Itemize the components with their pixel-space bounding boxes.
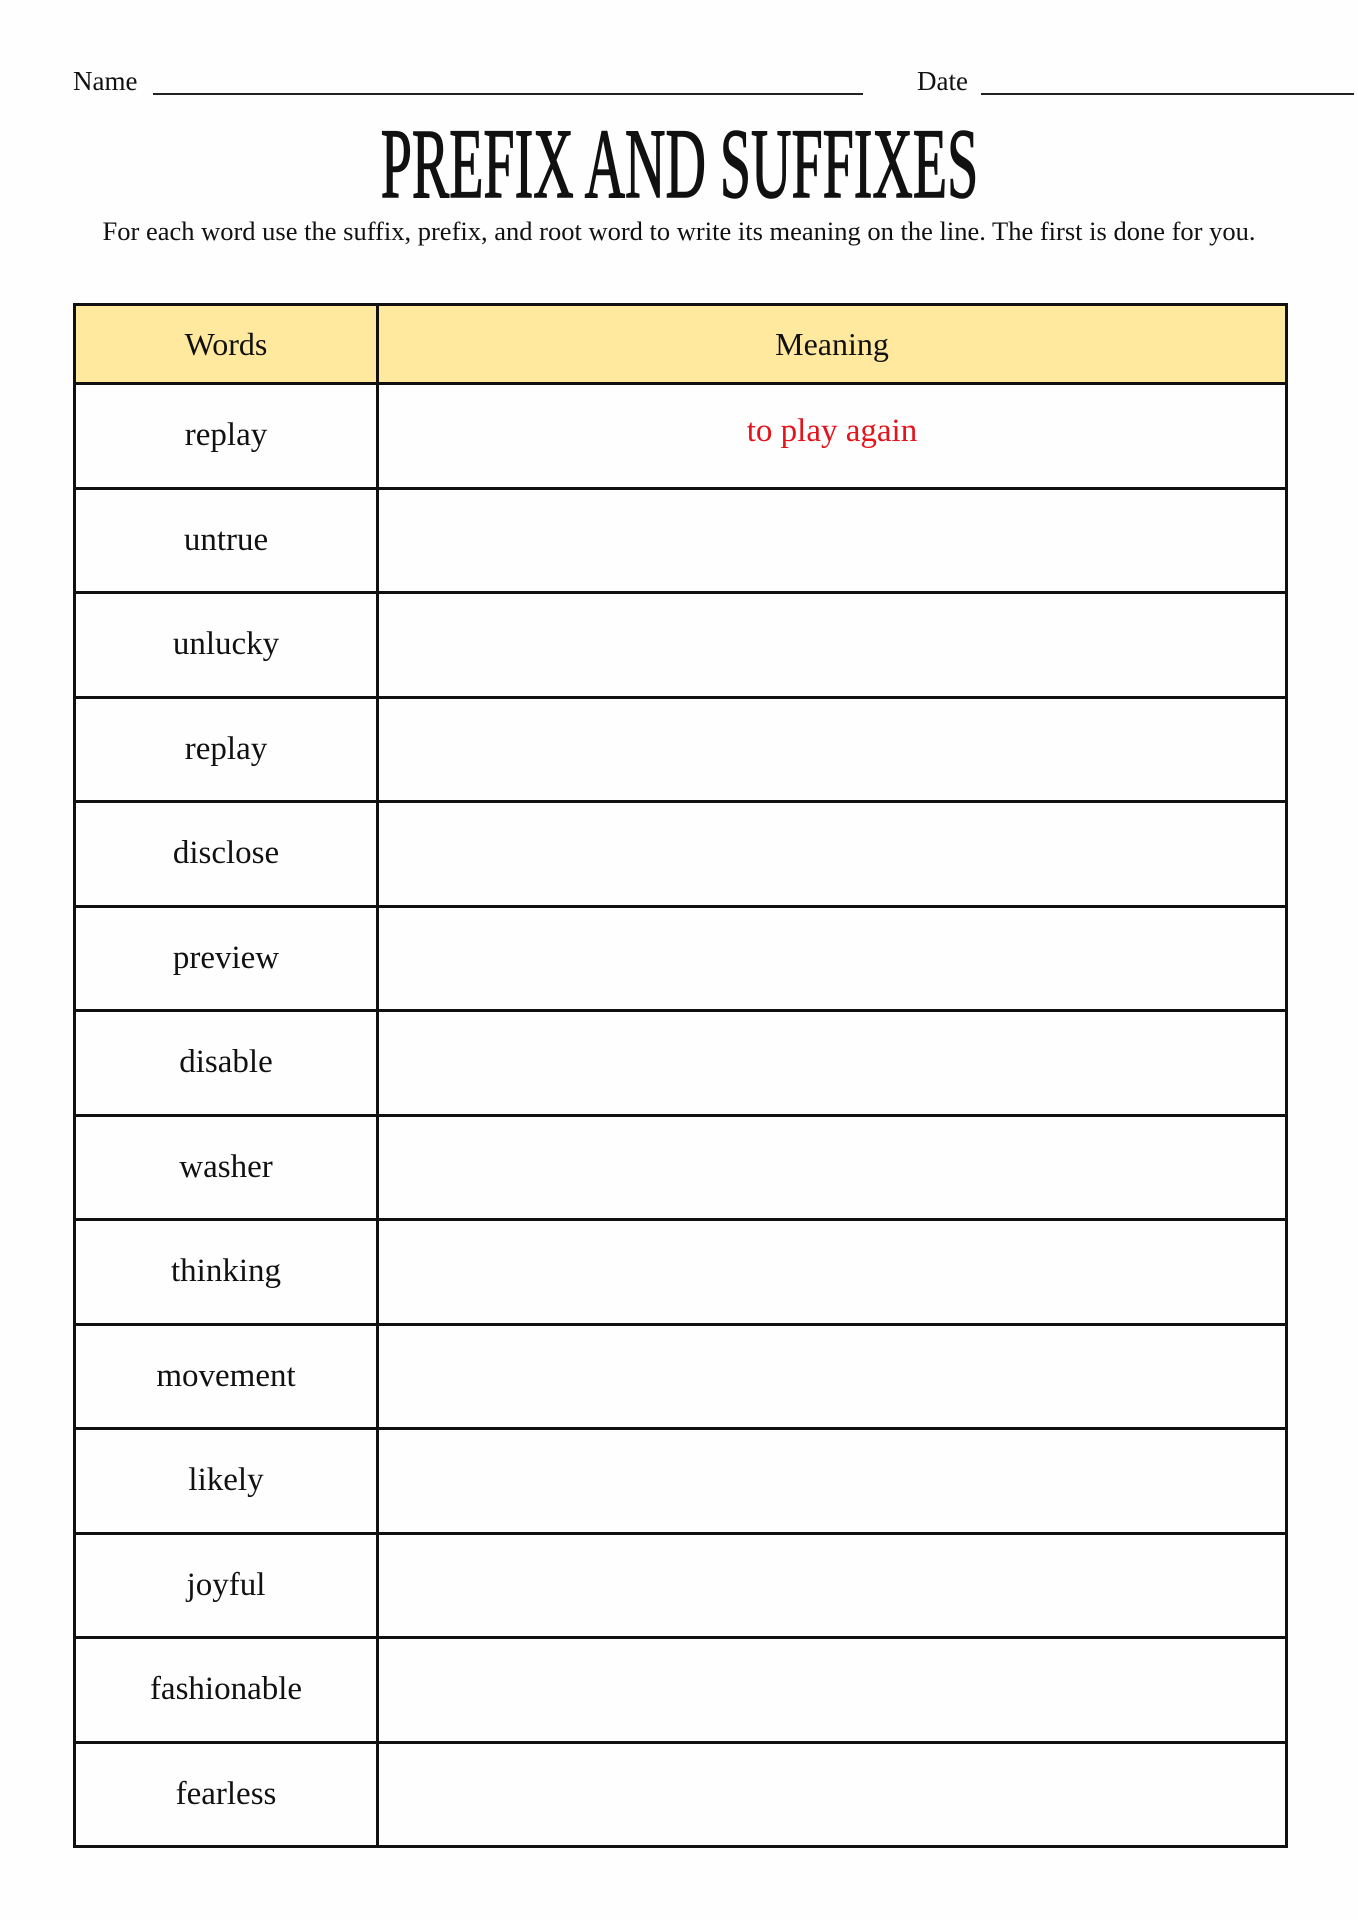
meaning-answer-field[interactable] (376, 486, 1288, 594)
page-title-text: PREFIX AND SUFFIXES (380, 108, 978, 219)
table-row: washer (73, 1113, 1288, 1221)
table-row: thinking (73, 1218, 1288, 1326)
date-field[interactable] (981, 93, 1354, 95)
table-row: preview (73, 904, 1288, 1012)
meaning-answer-field[interactable] (376, 904, 1288, 1012)
word-cell: preview (73, 904, 379, 1012)
name-field[interactable] (153, 93, 863, 95)
table-header-row: Words Meaning (73, 303, 1288, 385)
table-row: disclose (73, 800, 1288, 908)
table-row: replay to play again (73, 382, 1288, 490)
word-cell: washer (73, 1113, 379, 1221)
name-date-row: Name Date (73, 62, 1354, 102)
table-row: untrue (73, 486, 1288, 594)
column-header-words: Words (73, 303, 379, 385)
word-cell: replay (73, 695, 379, 803)
meaning-answer-field[interactable] (376, 800, 1288, 908)
word-cell: thinking (73, 1218, 379, 1326)
table-row: fearless (73, 1740, 1288, 1848)
meaning-answer-field[interactable] (376, 591, 1288, 699)
meaning-answer-field[interactable] (376, 1636, 1288, 1744)
meaning-answer-field[interactable]: to play again (376, 382, 1288, 490)
word-cell: disclose (73, 800, 379, 908)
table-row: replay (73, 695, 1288, 803)
word-cell: movement (73, 1322, 379, 1430)
table-row: joyful (73, 1531, 1288, 1639)
word-cell: disable (73, 1009, 379, 1117)
meaning-answer-field[interactable] (376, 1531, 1288, 1639)
word-cell: replay (73, 382, 379, 490)
meaning-answer-field[interactable] (376, 695, 1288, 803)
table-row: unlucky (73, 591, 1288, 699)
column-header-meaning: Meaning (376, 303, 1288, 385)
meaning-answer-field[interactable] (376, 1113, 1288, 1221)
meaning-answer-text: to play again (746, 413, 918, 450)
name-label: Name (73, 66, 138, 96)
meaning-answer-field[interactable] (376, 1009, 1288, 1117)
table-row: disable (73, 1009, 1288, 1117)
page-title: PREFIX AND SUFFIXES (0, 108, 1358, 219)
table-row: movement (73, 1322, 1288, 1430)
word-cell: joyful (73, 1531, 379, 1639)
table-row: likely (73, 1427, 1288, 1535)
instructions: For each word use the suffix, prefix, an… (102, 216, 1256, 246)
date-label: Date (917, 66, 968, 96)
word-cell: fashionable (73, 1636, 379, 1744)
table-row: fashionable (73, 1636, 1288, 1744)
word-cell: unlucky (73, 591, 379, 699)
meaning-answer-field[interactable] (376, 1740, 1288, 1848)
word-cell: likely (73, 1427, 379, 1535)
table-body: replay to play again untrue unlucky replay di… (73, 382, 1288, 1848)
meaning-answer-field[interactable] (376, 1218, 1288, 1326)
meaning-answer-field[interactable] (376, 1322, 1288, 1430)
word-cell: untrue (73, 486, 379, 594)
meaning-answer-field[interactable] (376, 1427, 1288, 1535)
word-cell: fearless (73, 1740, 379, 1848)
worksheet-table: Words Meaning replay to play again untrue u… (73, 303, 1288, 1848)
